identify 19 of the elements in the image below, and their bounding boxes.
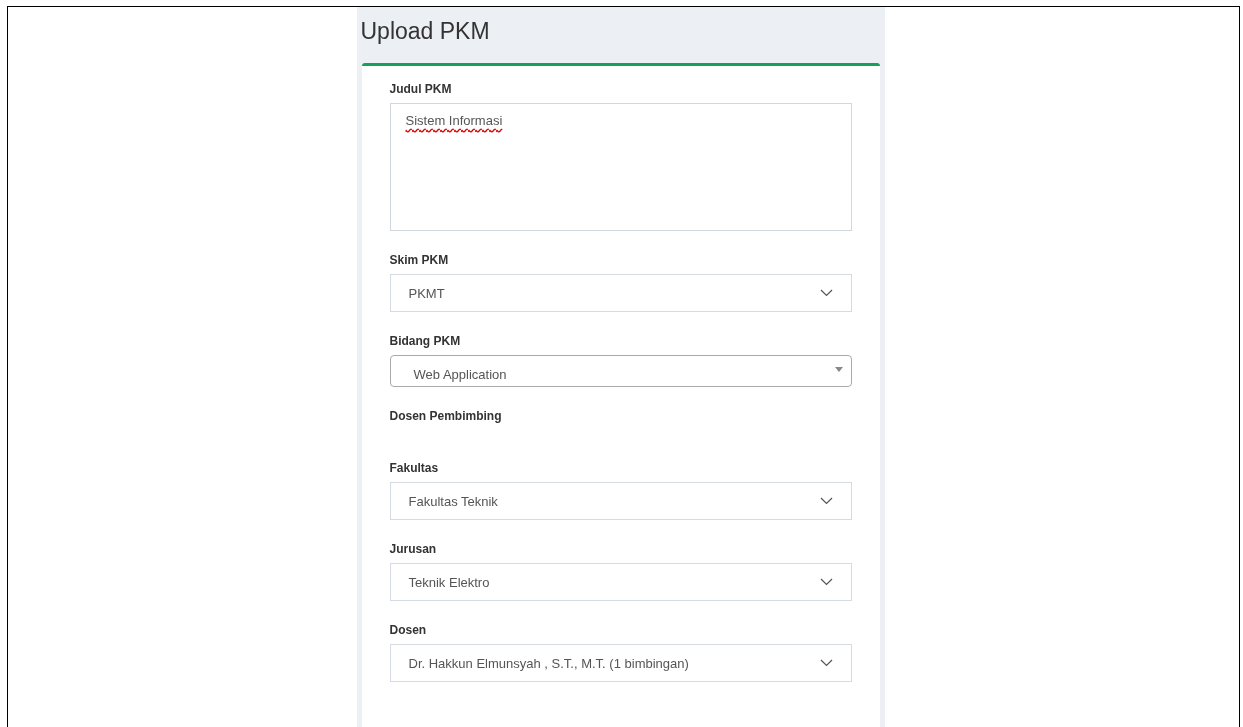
dropdown[interactable]: Dr. Hakkun Elmunsyah , S.T., M.T. (1 bimbingan) [389, 644, 852, 682]
field-label: Fakultas [389, 461, 440, 475]
dropdown[interactable]: PKMT [389, 274, 852, 312]
page-title: Upload PKM [359, 17, 491, 46]
chevron-down-icon [819, 497, 833, 505]
field-label: Skim PKM [389, 253, 450, 267]
chevron-down-icon [819, 289, 833, 297]
dropdown[interactable]: Fakultas Teknik [389, 482, 852, 520]
chevron-down-icon [819, 578, 833, 586]
text-area[interactable]: Sistem Informasi [389, 103, 852, 231]
dropdown[interactable]: Teknik Elektro [389, 563, 852, 601]
field-label: Dosen [389, 623, 428, 637]
field-label: Jurusan [389, 542, 438, 556]
field-label: Judul PKM [389, 82, 453, 96]
chevron-down-icon [819, 659, 833, 667]
caret-icon [834, 366, 843, 372]
dropdown[interactable]: Web Application [389, 355, 852, 387]
field-label: Bidang PKM [389, 334, 462, 348]
section-label: Dosen Pembimbing [389, 409, 503, 423]
